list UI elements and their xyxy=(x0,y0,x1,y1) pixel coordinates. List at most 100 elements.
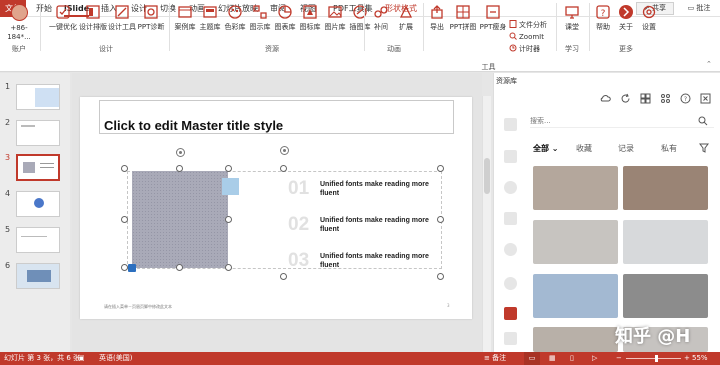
zoom-in-icon[interactable]: + xyxy=(684,352,690,365)
resource-image-tile[interactable] xyxy=(533,274,618,318)
slide-title[interactable]: Click to edit Master title style xyxy=(104,118,283,133)
resize-handle[interactable] xyxy=(437,216,444,223)
tween-button[interactable]: 补间 xyxy=(368,4,394,32)
slide-footer[interactable]: 请在插入菜单－页眉页脚中修改此文本 xyxy=(104,304,172,310)
icon-library-button[interactable]: 图标库 xyxy=(297,4,323,32)
resource-search-input[interactable] xyxy=(530,114,714,128)
zoom-out-icon[interactable]: − xyxy=(616,352,622,365)
scrollbar-thumb[interactable] xyxy=(484,158,490,194)
filter-all[interactable]: 全部 ⌄ xyxy=(533,143,559,154)
extend-icon xyxy=(398,4,414,20)
resize-handle[interactable] xyxy=(225,264,232,271)
zoom-slider-thumb[interactable] xyxy=(655,355,659,362)
help-circle-icon[interactable]: ? xyxy=(680,93,691,104)
help-button[interactable]: ? 帮助 xyxy=(592,4,614,32)
resize-handle[interactable] xyxy=(176,165,183,172)
file-analysis-button[interactable]: 文件分析 xyxy=(509,20,547,30)
zoom-level[interactable]: 55% xyxy=(692,352,708,365)
resource-image-tile[interactable] xyxy=(623,166,708,210)
case-library-button[interactable]: 案例库 xyxy=(172,4,198,32)
export-button[interactable]: 导出 xyxy=(426,4,448,32)
slide-thumbnail-5[interactable] xyxy=(16,227,60,253)
slide-thumbnail-6[interactable] xyxy=(16,263,60,289)
one-click-optimize-button[interactable]: 一键优化 xyxy=(46,4,80,32)
slide-thumbnail-4[interactable] xyxy=(16,191,60,217)
apps-icon[interactable] xyxy=(660,93,671,104)
resize-handle[interactable] xyxy=(225,165,232,172)
normal-view-icon[interactable]: ▭ xyxy=(524,352,540,365)
item-text[interactable]: Unified fonts make reading more fluent xyxy=(320,216,430,234)
resource-image-tile[interactable] xyxy=(533,166,618,210)
filter-private[interactable]: 私有 xyxy=(661,143,677,154)
ppt-puzzle-button[interactable]: PPT拼图 xyxy=(448,4,478,32)
grid-view-icon[interactable] xyxy=(640,93,651,104)
chart-library-button[interactable]: 图表库 xyxy=(272,4,298,32)
comment-button[interactable]: ▭ 批注 xyxy=(680,2,718,15)
resize-handle[interactable] xyxy=(121,216,128,223)
category-color-icon[interactable] xyxy=(504,181,517,194)
resource-image-tile[interactable] xyxy=(623,274,708,318)
resize-handle[interactable] xyxy=(225,216,232,223)
upload-cloud-icon[interactable] xyxy=(600,93,611,104)
category-picture-icon-active[interactable] xyxy=(504,307,517,320)
extend-button[interactable]: 扩展 xyxy=(393,4,419,32)
resize-handle[interactable] xyxy=(437,273,444,280)
resize-handle[interactable] xyxy=(121,165,128,172)
slide-thumbnail-2[interactable] xyxy=(16,120,60,146)
category-text-icon[interactable] xyxy=(504,118,517,131)
accent-square[interactable] xyxy=(222,178,239,195)
resource-image-tile[interactable] xyxy=(533,220,618,264)
zoom-slider[interactable] xyxy=(626,358,681,359)
design-layout-button[interactable]: 设计排版 xyxy=(78,4,108,32)
resource-image-tile[interactable] xyxy=(533,327,618,352)
resize-handle[interactable] xyxy=(176,264,183,271)
category-icon-icon[interactable] xyxy=(504,277,517,290)
slide-sorter-icon[interactable]: ▦ xyxy=(549,352,556,365)
resize-handle[interactable] xyxy=(121,264,128,271)
theme-library-button[interactable]: 主题库 xyxy=(197,4,223,32)
classroom-button[interactable]: 课堂 xyxy=(560,4,584,32)
search-icon[interactable] xyxy=(698,116,708,126)
file-analysis-icon xyxy=(509,20,517,28)
collapse-ribbon-icon[interactable]: ⌃ xyxy=(706,60,712,68)
picture-library-button[interactable]: 图片库 xyxy=(322,4,348,32)
language-indicator[interactable]: 英语(美国) xyxy=(99,352,132,365)
resource-image-tile[interactable] xyxy=(623,220,708,264)
slide-thumbnail-1[interactable] xyxy=(16,84,60,110)
rotate-handle-icon[interactable] xyxy=(175,147,186,158)
ppt-diagnose-button[interactable]: PPT诊断 xyxy=(136,4,166,32)
category-illustration-icon[interactable] xyxy=(504,332,517,345)
slideshow-icon[interactable]: ▷ xyxy=(592,352,597,365)
refresh-icon[interactable] xyxy=(620,93,631,104)
item-text[interactable]: Unified fonts make reading more fluent xyxy=(320,180,430,198)
resize-handle[interactable] xyxy=(437,165,444,172)
category-diagram-icon[interactable] xyxy=(504,212,517,225)
reading-view-icon[interactable]: ▯ xyxy=(570,352,574,365)
filter-history[interactable]: 记录 xyxy=(618,143,634,154)
vertical-scrollbar[interactable] xyxy=(482,96,491,352)
notes-button[interactable]: ≡ 备注 xyxy=(484,352,506,365)
accessibility-icon[interactable]: ▣ xyxy=(78,352,85,365)
item-text[interactable]: Unified fonts make reading more fluent xyxy=(320,252,430,270)
picture-insert-icon[interactable] xyxy=(128,264,136,272)
design-tools-button[interactable]: 设计工具 xyxy=(107,4,137,32)
picture-placeholder[interactable] xyxy=(132,171,228,268)
rotate-handle-icon[interactable] xyxy=(279,145,290,156)
close-panel-icon[interactable] xyxy=(700,93,711,104)
ppt-slim-button[interactable]: PPT瘦身 xyxy=(478,4,508,32)
diagram-library-button[interactable]: 图示库 xyxy=(247,4,273,32)
filter-favorites[interactable]: 收藏 xyxy=(576,143,592,154)
resize-handle[interactable] xyxy=(280,165,287,172)
about-button[interactable]: 关于 xyxy=(615,4,637,32)
zoomit-button[interactable]: ZoomIt xyxy=(509,32,544,42)
color-library-button[interactable]: 色彩库 xyxy=(222,4,248,32)
settings-button[interactable]: 设置 xyxy=(638,4,660,32)
timer-button[interactable]: 计时器 xyxy=(509,44,540,54)
account-button[interactable]: +86-184*... xyxy=(2,4,36,42)
category-layout-icon[interactable] xyxy=(504,150,517,163)
category-chart-icon[interactable] xyxy=(504,243,517,256)
filter-funnel-icon[interactable] xyxy=(699,143,709,153)
resize-handle[interactable] xyxy=(280,273,287,280)
thumbnail-line xyxy=(21,236,47,237)
slide-thumbnail-3[interactable] xyxy=(16,154,60,181)
